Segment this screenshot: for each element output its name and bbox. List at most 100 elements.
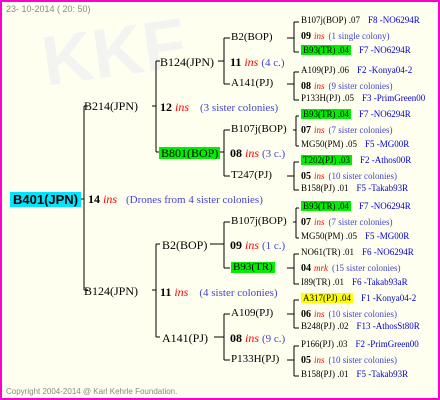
gen3-note-3: (1 c.) xyxy=(262,240,286,252)
gen2-ins-1: ins xyxy=(175,100,190,114)
gen3-ins-4: ins xyxy=(245,331,260,345)
gen5-drone-info-20: 06 ins (10 sister colonies) xyxy=(301,310,397,320)
gen5-ancestor-13: B93(TR) .04 F7 -NO6294R xyxy=(301,201,411,211)
gen5-ancestor-19: A317(PJ) .04 F1 -Konya04-2 xyxy=(301,293,417,303)
queen-root[interactable]: B401(JPN) xyxy=(10,192,82,207)
gen5-count: 05 xyxy=(301,355,311,366)
gen5-count: 06 xyxy=(301,309,311,320)
gen3-node-3[interactable]: B2(BOP) xyxy=(162,239,207,251)
gen2-node-2[interactable]: B124(JPN) xyxy=(84,285,138,297)
gen5-count: 07 xyxy=(301,217,311,228)
gen5-count: 08 xyxy=(301,81,311,92)
gen5-drone-info-17: 04 mrk (15 sister colonies) xyxy=(301,264,400,274)
gen5-origin: F6 -NO6294R xyxy=(362,247,414,257)
gen5-origin: F5 -Takab93R xyxy=(356,369,409,379)
gen5-ins: ins xyxy=(314,309,325,319)
gen5-origin: F2 -Athos00R xyxy=(360,155,412,165)
gen3-drone-info-1: 11 ins (4 c.) xyxy=(230,56,285,69)
gen5-ins: ins xyxy=(314,81,325,91)
gen5-name[interactable]: B93(TR) .04 xyxy=(301,201,351,211)
gen5-count: 04 xyxy=(301,263,311,274)
gen3-count-2: 08 xyxy=(230,146,242,160)
gen4-node-6[interactable]: B93(TR) xyxy=(231,262,275,273)
gen2-count-1: 12 xyxy=(160,100,172,114)
gen3-ins-1: ins xyxy=(244,55,259,69)
gen5-name[interactable]: T202(PJ) .03 xyxy=(301,155,352,165)
gen5-ins: ins xyxy=(314,125,325,135)
gen5-origin: F7 -NO6294R xyxy=(359,45,411,55)
gen2-drone-info-2: 11 ins (4 sister colonies) xyxy=(160,286,278,299)
gen5-name[interactable]: A109(PJ) .06 xyxy=(301,65,349,75)
gen5-drone-info-2: 09 ins (1 single colony) xyxy=(301,32,390,42)
gen4-node-1[interactable]: B2(BOP) xyxy=(231,32,273,43)
gen5-name[interactable]: MG50(PM) .05 xyxy=(301,139,357,149)
gen2-drone-info-1: 12 ins (3 sister colonies) xyxy=(160,101,278,114)
gen5-name[interactable]: A317(PJ) .04 xyxy=(301,293,354,303)
gen5-ins: mrk xyxy=(314,263,328,273)
gen5-ancestor-12: B158(PJ) .01 F5 -Takab93R xyxy=(301,184,408,193)
gen5-origin: F8 -NO6294R xyxy=(368,15,420,25)
gen3-drone-info-2: 08 ins (3 c.) xyxy=(230,147,285,160)
gen5-name[interactable]: B107j(BOP) .07 xyxy=(301,15,360,25)
gen5-count: 05 xyxy=(301,171,311,182)
gen5-name[interactable]: B158(PJ) .01 xyxy=(301,369,349,379)
gen3-node-1[interactable]: B124(JPN) xyxy=(160,56,214,68)
gen5-ancestor-16: NO61(TR) .01 F6 -NO6294R xyxy=(301,248,414,257)
gen5-origin: F5 -Takab93R xyxy=(356,183,409,193)
gen5-ancestor-6: P133H(PJ) .05 F3 -PrimGreen00 xyxy=(301,94,425,103)
gen4-node-8[interactable]: P133H(PJ) xyxy=(231,354,279,365)
gen5-origin: F1 -Konya04-2 xyxy=(361,293,417,303)
gen1-ins: ins xyxy=(103,192,118,206)
gen4-node-2[interactable]: A141(PJ) xyxy=(231,78,273,89)
gen5-name[interactable]: P166(PJ) .03 xyxy=(301,339,348,349)
gen5-note: (9 sister colonies) xyxy=(328,81,393,91)
gen5-ancestor-1: B107j(BOP) .07 F8 -NO6294R xyxy=(301,16,420,25)
gen2-node-1[interactable]: B214(JPN) xyxy=(84,100,138,112)
gen5-name[interactable]: B248(PJ) .02 xyxy=(301,321,349,331)
gen5-name[interactable]: P133H(PJ) .05 xyxy=(301,93,354,103)
gen5-name[interactable]: B158(PJ) .01 xyxy=(301,183,349,193)
gen1-count: 14 xyxy=(88,192,100,206)
gen5-name[interactable]: MG50(PM) .05 xyxy=(301,231,357,241)
gen4-node-5[interactable]: B107j(BOP) xyxy=(231,216,287,227)
gen5-origin: F13 -AthosSt80R xyxy=(356,321,420,331)
gen4-node-7[interactable]: A109(PJ) xyxy=(231,308,273,319)
gen5-ancestor-4: A109(PJ) .06 F2 -Konya04-2 xyxy=(301,66,412,75)
gen1-drone-info: 14 ins (Drones from 4 sister colonies) xyxy=(88,193,263,206)
gen3-node-2[interactable]: B801(BOP) xyxy=(159,147,221,159)
gen3-ins-3: ins xyxy=(245,238,260,252)
gen5-origin: F2 -Konya04-2 xyxy=(357,65,413,75)
gen5-name[interactable]: B93(TR) .04 xyxy=(301,45,351,55)
gen5-name[interactable]: B93(TR) .04 xyxy=(301,109,351,119)
gen3-node-4[interactable]: A141(PJ) xyxy=(162,332,208,344)
gen5-ancestor-22: P166(PJ) .03 F2 -PrimGreen00 xyxy=(301,340,419,349)
pedigree-frame: KKF 23- 10-2014 ( 20: 50) B401(JPN) 14 i… xyxy=(0,0,440,400)
gen5-ancestor-24: B158(PJ) .01 F5 -Takab93R xyxy=(301,370,408,379)
gen3-drone-info-4: 08 ins (9 c.) xyxy=(230,332,285,345)
gen2-note-2: (4 sister colonies) xyxy=(199,287,278,299)
gen5-note: (10 sister colonies) xyxy=(328,171,397,181)
gen2-count-2: 11 xyxy=(160,285,172,299)
gen5-note: (10 sister colonies) xyxy=(328,355,397,365)
gen5-ancestor-10: T202(PJ) .03 F2 -Athos00R xyxy=(301,155,412,165)
gen5-drone-info-23: 05 ins (10 sister colonies) xyxy=(301,356,397,366)
gen5-note: (7 sister colonies) xyxy=(328,217,393,227)
gen4-node-3[interactable]: B107j(BOP) xyxy=(231,124,287,135)
gen5-ancestor-7: B93(TR) .04 F7 -NO6294R xyxy=(301,109,411,119)
gen5-origin: F7 -NO6294R xyxy=(359,109,411,119)
gen5-ins: ins xyxy=(314,355,325,365)
gen5-ancestor-15: MG50(PM) .05 F5 -MG00R xyxy=(301,232,409,241)
gen5-ancestor-21: B248(PJ) .02 F13 -AthosSt80R xyxy=(301,322,420,331)
gen1-note: (Drones from 4 sister colonies) xyxy=(126,194,263,206)
gen5-origin: F5 -MG00R xyxy=(365,231,410,241)
gen4-node-4[interactable]: T247(PJ) xyxy=(231,170,272,181)
gen3-count-4: 08 xyxy=(230,331,242,345)
copyright: Copyright 2004-2014 @ Karl Kehrle Founda… xyxy=(6,387,178,396)
gen3-note-4: (9 c.) xyxy=(262,333,286,345)
gen5-name[interactable]: NO61(TR) .01 xyxy=(301,247,354,257)
gen5-origin: F2 -PrimGreen00 xyxy=(355,339,419,349)
gen5-note: (1 single colony) xyxy=(328,31,390,41)
gen5-name[interactable]: I89(TR) .01 xyxy=(301,277,344,287)
gen5-drone-info-5: 08 ins (9 sister colonies) xyxy=(301,82,393,92)
gen2-note-1: (3 sister colonies) xyxy=(200,102,279,114)
